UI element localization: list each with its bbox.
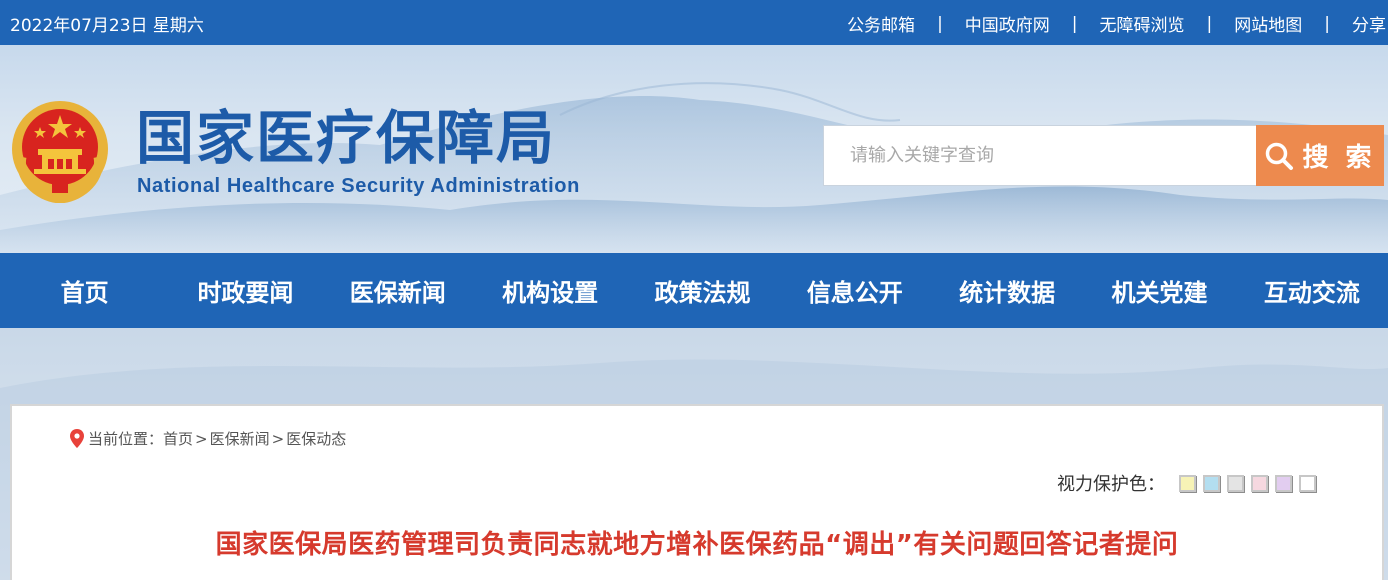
article-title: 国家医保局医药管理司负责同志就地方增补医保药品“调出”有关问题回答记者提问 [215, 530, 1179, 560]
breadcrumb-insurance-updates[interactable]: 医保动态 [286, 428, 346, 449]
link-separator: | [1206, 13, 1213, 34]
link-sitemap[interactable]: 网站地图 [1234, 11, 1302, 36]
article-card: 当前位置： 首页 > 医保新闻 > 医保动态 视力保护色： 国家医保局医药管理司… [10, 404, 1384, 580]
breadcrumb-insurance-news[interactable]: 医保新闻 [210, 428, 270, 449]
color-swatch-pink[interactable] [1251, 474, 1268, 492]
utility-links: 公务邮箱 | 中国政府网 | 无障碍浏览 | 网站地图 | 分享 [847, 11, 1388, 37]
eye-protection-colors: 视力保护色： [1057, 470, 1323, 496]
breadcrumb-separator: > [195, 429, 208, 448]
eye-protection-label: 视力保护色： [1057, 474, 1165, 495]
site-title-en: National Healthcare Security Administrat… [137, 175, 580, 197]
national-emblem-icon [12, 101, 108, 203]
link-separator: | [1071, 13, 1078, 34]
search-input[interactable] [823, 125, 1257, 186]
nav-item-current-affairs[interactable]: 时政要闻 [169, 273, 321, 308]
nav-item-home[interactable]: 首页 [0, 273, 169, 308]
link-share[interactable]: 分享 [1352, 11, 1386, 36]
nav-item-organization[interactable]: 机构设置 [474, 273, 626, 308]
breadcrumb-separator: > [271, 429, 285, 448]
site-header: 国家医疗保障局 National Healthcare Security Adm… [0, 45, 1388, 253]
breadcrumb: 当前位置： 首页 > 医保新闻 > 医保动态 [70, 428, 346, 449]
search-button-label: 搜 索 [1302, 143, 1376, 173]
search-icon [1266, 142, 1294, 170]
nav-item-policies[interactable]: 政策法规 [626, 273, 778, 308]
color-swatch-gray[interactable] [1227, 474, 1244, 492]
link-mailbox[interactable]: 公务邮箱 [847, 11, 915, 36]
top-utility-bar: 2022年07月23日 星期六 公务邮箱 | 中国政府网 | 无障碍浏览 | 网… [0, 0, 1388, 45]
link-accessibility[interactable]: 无障碍浏览 [1100, 11, 1185, 36]
nav-item-insurance-news[interactable]: 医保新闻 [322, 273, 474, 308]
color-swatch-purple[interactable] [1275, 474, 1292, 492]
nav-item-information[interactable]: 信息公开 [779, 273, 931, 308]
current-date: 2022年07月23日 星期六 [10, 16, 204, 36]
location-pin-icon [70, 429, 84, 448]
nav-item-party-building[interactable]: 机关党建 [1083, 273, 1235, 308]
color-swatch-yellow[interactable] [1179, 474, 1196, 492]
link-gov-portal[interactable]: 中国政府网 [965, 11, 1050, 36]
nav-item-interaction[interactable]: 互动交流 [1236, 273, 1388, 308]
search-button[interactable]: 搜 索 [1256, 125, 1384, 186]
color-swatch-white[interactable] [1299, 474, 1316, 492]
main-nav: 首页 时政要闻 医保新闻 机构设置 政策法规 信息公开 统计数据 机关党建 互动… [0, 253, 1388, 328]
link-separator: | [937, 13, 943, 34]
color-swatch-blue[interactable] [1203, 474, 1220, 492]
breadcrumb-home[interactable]: 首页 [163, 428, 193, 449]
link-separator: | [1324, 13, 1330, 34]
nav-item-statistics[interactable]: 统计数据 [931, 273, 1083, 308]
breadcrumb-label: 当前位置： [88, 430, 164, 448]
site-title-cn: 国家医疗保障局 [136, 104, 557, 172]
